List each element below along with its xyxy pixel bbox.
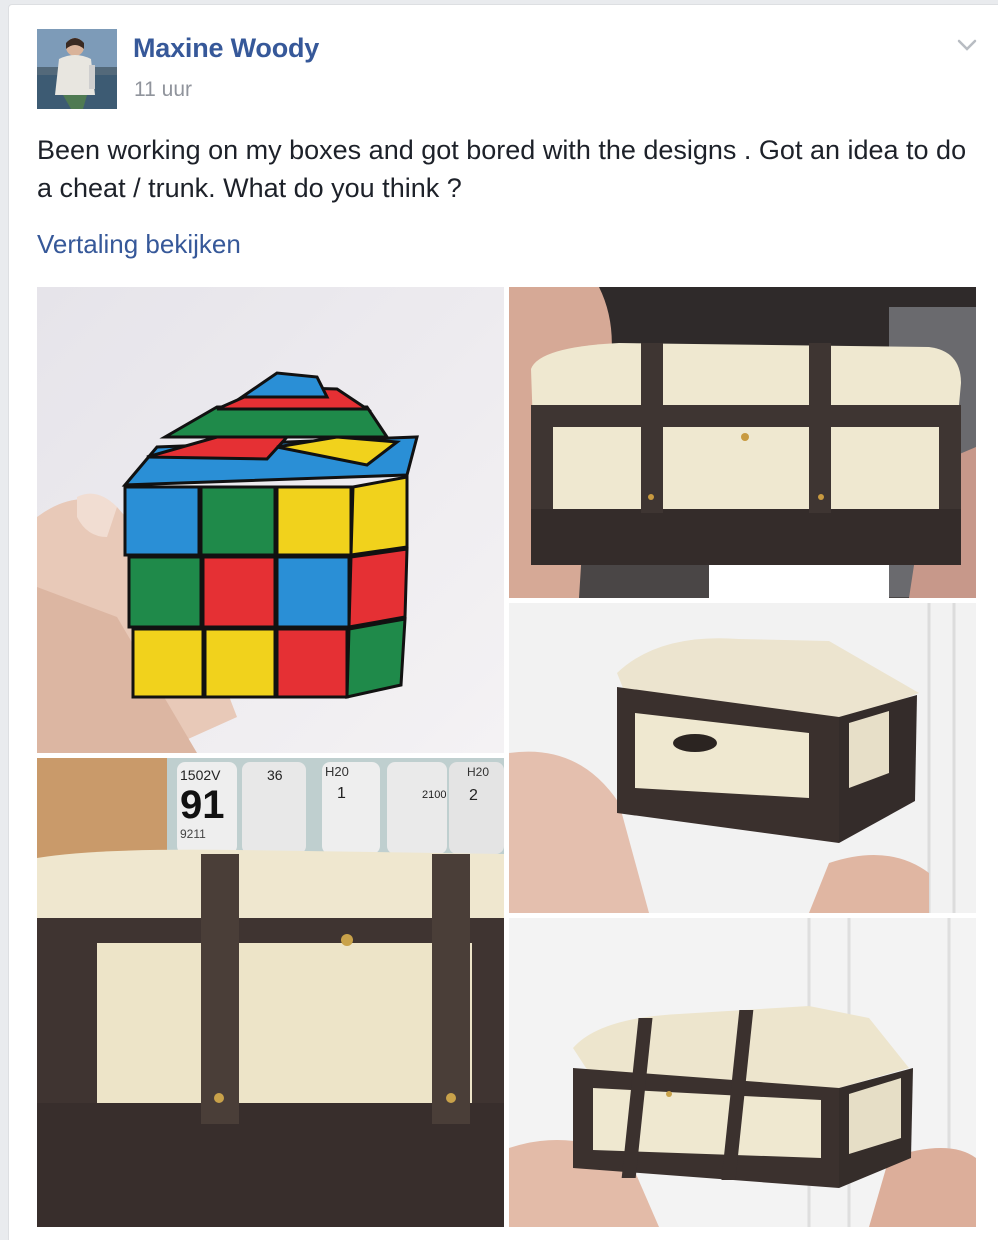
trunk-angle-photo[interactable] [509,918,976,1227]
author-name[interactable]: Maxine Woody [133,33,319,64]
bead-label: 1502V [180,767,221,783]
trunk-side-photo[interactable] [509,603,976,913]
bead-label: 2 [469,787,478,804]
see-translation-link[interactable]: Vertaling bekijken [37,229,241,260]
avatar-image [37,29,117,109]
chevron-down-icon[interactable] [953,33,981,57]
post-card: Maxine Woody 11 uur Been working on my b… [8,4,998,1240]
trunk-front-photo[interactable] [509,287,976,598]
post-timestamp[interactable]: 11 uur [134,78,192,102]
bead-label: 1 [337,785,346,802]
trunk-closeup-photo[interactable]: 1502V 91 9211 36 H20 1 2100 H20 2 [37,758,504,1227]
post-text: Been working on my boxes and got bored w… [37,135,967,203]
bead-label: H20 [325,764,349,779]
bead-label: 91 [180,783,225,827]
bead-label: H20 [467,765,489,779]
rubik-cube-bead-box-photo[interactable] [37,287,504,753]
author-avatar[interactable] [37,29,117,109]
bead-tube [387,762,447,854]
bead-label: 36 [267,767,283,783]
bead-label: 9211 [180,827,206,841]
bead-label: 2100 [422,789,446,801]
